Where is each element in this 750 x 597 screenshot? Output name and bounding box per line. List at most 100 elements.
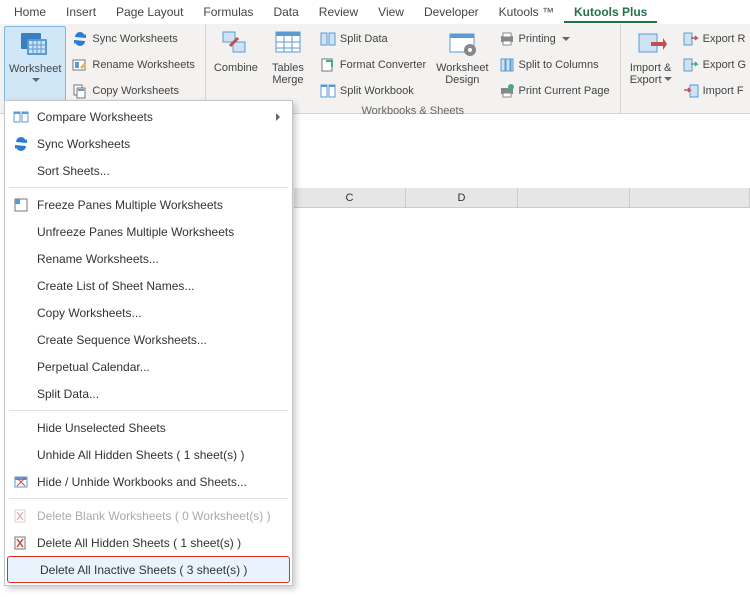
worksheet-label: Worksheet (9, 63, 61, 87)
print-current-page-button[interactable]: Print Current Page (495, 80, 614, 102)
menu-rename-label: Rename Worksheets... (37, 252, 284, 266)
hide-unhide-icon (9, 472, 33, 492)
menu-compare-worksheets[interactable]: Compare Worksheets (5, 103, 292, 130)
menu-unhide-all-hidden-sheets[interactable]: Unhide All Hidden Sheets ( 1 sheet(s) ) (5, 441, 292, 468)
menu-sort-label: Sort Sheets... (37, 164, 284, 178)
split-data-button[interactable]: Split Data (316, 28, 430, 50)
rename-worksheets-label: Rename Worksheets (92, 59, 195, 71)
export-r-button[interactable]: Export R (679, 28, 750, 50)
worksheet-icon (19, 29, 51, 61)
rename-icon (72, 57, 88, 73)
unfreeze-icon (9, 222, 33, 242)
split-to-columns-button[interactable]: Split to Columns (495, 54, 614, 76)
menu-freeze-panes[interactable]: Freeze Panes Multiple Worksheets (5, 191, 292, 218)
export-r-label: Export R (703, 33, 746, 45)
tab-developer[interactable]: Developer (414, 1, 489, 23)
split-data-icon (320, 31, 336, 47)
list-icon (9, 276, 33, 296)
combine-label: Combine (214, 62, 258, 74)
menu-hide-unhide-label: Hide / Unhide Workbooks and Sheets... (37, 475, 284, 489)
print-current-page-label: Print Current Page (519, 85, 610, 97)
menu-delete-all-inactive-sheets[interactable]: Delete All Inactive Sheets ( 3 sheet(s) … (7, 556, 290, 583)
tab-insert[interactable]: Insert (56, 1, 106, 23)
delete-blank-icon (9, 506, 33, 526)
tab-home[interactable]: Home (4, 1, 56, 23)
menu-sync-worksheets[interactable]: Sync Worksheets (5, 130, 292, 157)
menu-create-list-sheet-names[interactable]: Create List of Sheet Names... (5, 272, 292, 299)
split-columns-icon (499, 57, 515, 73)
grid-cells[interactable] (294, 208, 750, 597)
menu-hide-unhide-workbooks-sheets[interactable]: Hide / Unhide Workbooks and Sheets... (5, 468, 292, 495)
sort-icon (9, 161, 33, 181)
rename-worksheets-button[interactable]: Rename Worksheets (68, 54, 199, 76)
calendar-icon (9, 357, 33, 377)
col-header-c[interactable]: C (294, 188, 406, 207)
tab-view[interactable]: View (368, 1, 414, 23)
menu-rename-worksheets[interactable]: Rename Worksheets... (5, 245, 292, 272)
ribbon-group-import-export: Import & Export Export R Export G Import… (621, 24, 750, 113)
worksheet-design-button[interactable]: Worksheet Design (432, 26, 492, 104)
menu-sync-label: Sync Worksheets (37, 137, 284, 151)
split-workbook-button[interactable]: Split Workbook (316, 80, 430, 102)
worksheet-dropdown-menu: Compare Worksheets Sync Worksheets Sort … (4, 100, 293, 586)
menu-create-list-label: Create List of Sheet Names... (37, 279, 284, 293)
split-workbook-label: Split Workbook (340, 85, 414, 97)
col-header-blank1[interactable] (518, 188, 630, 207)
menu-create-sequence-worksheets[interactable]: Create Sequence Worksheets... (5, 326, 292, 353)
menu-split-label: Split Data... (37, 387, 284, 401)
format-converter-button[interactable]: Format Converter (316, 54, 430, 76)
menu-compare-label: Compare Worksheets (37, 110, 272, 124)
tab-kutools-plus[interactable]: Kutools Plus (564, 1, 657, 23)
printing-label: Printing (519, 33, 556, 45)
menu-unfreeze-label: Unfreeze Panes Multiple Worksheets (37, 225, 284, 239)
rename-icon (9, 249, 33, 269)
hide-icon (9, 418, 33, 438)
tab-formulas[interactable]: Formulas (193, 1, 263, 23)
import-f-label: Import F (703, 85, 744, 97)
split-data-label: Split Data (340, 33, 388, 45)
tab-page-layout[interactable]: Page Layout (106, 1, 193, 23)
menu-unfreeze-panes[interactable]: Unfreeze Panes Multiple Worksheets (5, 218, 292, 245)
sync-icon (72, 31, 88, 47)
menu-split-data[interactable]: Split Data... (5, 380, 292, 407)
sync-worksheets-label: Sync Worksheets (92, 33, 177, 45)
copy-worksheets-label: Copy Worksheets (92, 85, 179, 97)
sync-icon (9, 134, 33, 154)
copy-worksheets-button[interactable]: Copy Worksheets (68, 80, 199, 102)
split-workbook-icon (320, 83, 336, 99)
tables-merge-button[interactable]: Tables Merge (262, 26, 314, 104)
menu-delete-all-hidden-sheets[interactable]: Delete All Hidden Sheets ( 1 sheet(s) ) (5, 529, 292, 556)
menu-perpetual-label: Perpetual Calendar... (37, 360, 284, 374)
freeze-icon (9, 195, 33, 215)
menu-hide-unsel-label: Hide Unselected Sheets (37, 421, 284, 435)
submenu-arrow-icon (276, 113, 284, 121)
delete-hidden-icon (9, 533, 33, 553)
compare-icon (9, 107, 33, 127)
worksheet-design-label: Worksheet Design (436, 62, 488, 86)
export-c-icon (683, 57, 699, 73)
import-export-button[interactable]: Import & Export (625, 26, 677, 113)
export-c-button[interactable]: Export G (679, 54, 750, 76)
import-f-button[interactable]: Import F (679, 80, 750, 102)
printing-button[interactable]: Printing (495, 28, 614, 50)
copy-icon (72, 83, 88, 99)
sync-worksheets-button[interactable]: Sync Worksheets (68, 28, 199, 50)
worksheet-design-icon (446, 28, 478, 60)
tab-kutools[interactable]: Kutools ™ (489, 1, 564, 23)
tab-review[interactable]: Review (309, 1, 368, 23)
print-current-icon (499, 83, 515, 99)
menu-perpetual-calendar[interactable]: Perpetual Calendar... (5, 353, 292, 380)
menu-copy-worksheets[interactable]: Copy Worksheets... (5, 299, 292, 326)
menu-hide-unselected-sheets[interactable]: Hide Unselected Sheets (5, 414, 292, 441)
combine-button[interactable]: Combine (210, 26, 262, 104)
menu-delete-blank-worksheets: Delete Blank Worksheets ( 0 Worksheet(s)… (5, 502, 292, 529)
split-to-columns-label: Split to Columns (519, 59, 599, 71)
menu-copy-label: Copy Worksheets... (37, 306, 284, 320)
menu-sort-sheets[interactable]: Sort Sheets... (5, 157, 292, 184)
copy-icon (9, 303, 33, 323)
menu-create-seq-label: Create Sequence Worksheets... (37, 333, 284, 347)
split-icon (9, 384, 33, 404)
col-header-d[interactable]: D (406, 188, 518, 207)
tab-data[interactable]: Data (263, 1, 308, 23)
col-header-blank2[interactable] (630, 188, 750, 207)
